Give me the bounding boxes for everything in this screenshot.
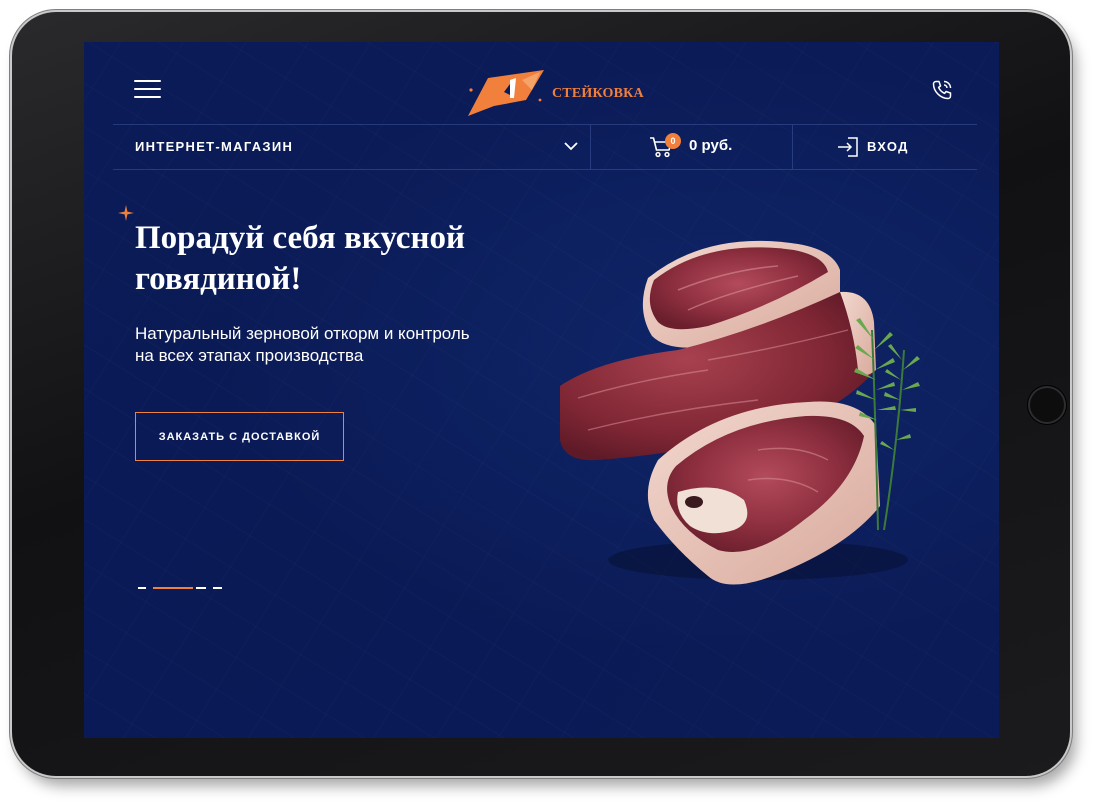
logo[interactable]: СТЕЙКОВКА: [466, 70, 644, 120]
logo-text: СТЕЙКОВКА: [552, 86, 644, 101]
cart-count-badge: 0: [665, 133, 681, 149]
login-icon: [838, 137, 858, 157]
hero-subtitle-line-2: на всех этапах производства: [135, 346, 364, 365]
slide-dot-1[interactable]: [138, 587, 146, 589]
sparkle-icon: [118, 205, 134, 221]
hero-subtitle-line-1: Натуральный зерновой откорм и контроль: [135, 324, 470, 343]
phone-icon[interactable]: [930, 78, 954, 102]
hero-title: Порадуй себя вкусной говядиной!: [135, 218, 555, 300]
bull-logo-icon: [468, 70, 544, 116]
chevron-down-icon: [564, 142, 578, 151]
cart-button[interactable]: 0 0 руб.: [591, 125, 793, 169]
cart-sum: 0 руб.: [689, 137, 733, 154]
tablet-home-button[interactable]: [1028, 386, 1066, 424]
login-button[interactable]: ВХОД: [793, 125, 977, 169]
shop-dropdown-label: ИНТЕРНЕТ-МАГАЗИН: [135, 139, 294, 154]
order-delivery-button[interactable]: ЗАКАЗАТЬ С ДОСТАВКОЙ: [135, 412, 344, 461]
slide-dot-3[interactable]: [196, 587, 206, 589]
nav-bar: ИНТЕРНЕТ-МАГАЗИН 0 0 руб. ВХОД: [113, 124, 977, 170]
slide-dot-2[interactable]: [153, 587, 193, 589]
header: СТЕЙКОВКА: [84, 42, 999, 124]
slide-dot-4[interactable]: [213, 587, 222, 589]
screen: СТЕЙКОВКА ИНТЕРНЕТ-МАГАЗИН 0 0 руб. ВХОД…: [84, 42, 999, 738]
hero-subtitle: Натуральный зерновой откорм и контроль н…: [135, 323, 555, 367]
shop-dropdown[interactable]: ИНТЕРНЕТ-МАГАЗИН: [113, 125, 591, 169]
slider-pagination: [138, 587, 228, 591]
hero-title-line-1: Порадуй себя вкусной: [135, 220, 465, 256]
beef-steaks-image: [560, 240, 920, 585]
hero-title-line-2: говядиной!: [135, 261, 302, 297]
hamburger-menu-icon[interactable]: [134, 80, 161, 100]
login-label: ВХОД: [867, 139, 909, 154]
